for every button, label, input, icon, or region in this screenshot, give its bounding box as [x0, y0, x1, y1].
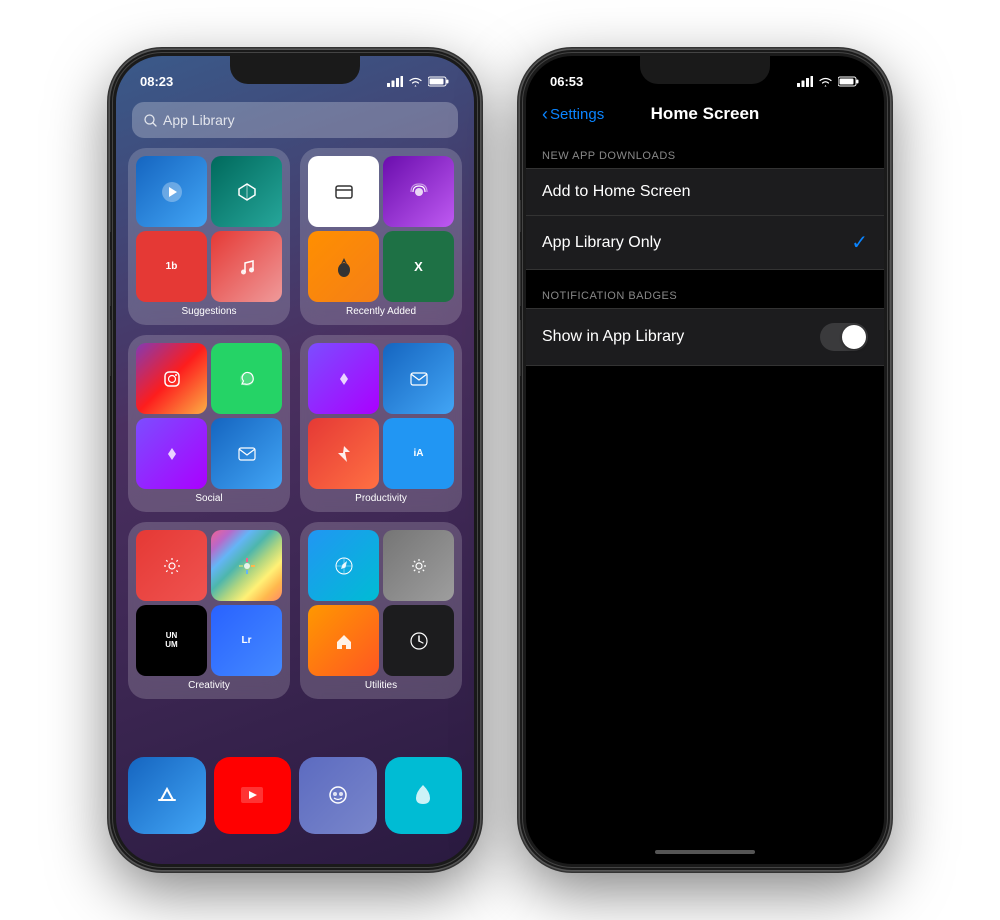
folder-suggestions-label: Suggestions	[136, 306, 282, 317]
app-wizard[interactable]	[308, 231, 379, 302]
phone-1: 08:23	[110, 50, 480, 870]
phone1-screen: 08:23	[116, 56, 474, 864]
grid-row-2: Social iA	[128, 335, 462, 512]
app-library-only-label: App Library Only	[542, 234, 661, 252]
folder-utilities-label: Utilities	[308, 680, 454, 691]
dock-liquid[interactable]	[385, 757, 463, 835]
app-excel[interactable]: X	[383, 231, 454, 302]
back-chevron-icon: ‹	[542, 105, 548, 123]
folder-social-label: Social	[136, 493, 282, 504]
app-unum[interactable]: UNUM	[136, 605, 207, 676]
notch-2	[640, 56, 770, 84]
show-in-app-library-label: Show in App Library	[542, 328, 684, 346]
folder-creativity[interactable]: UNUM Lr Creativity	[128, 522, 290, 699]
grid-row-3: UNUM Lr Creativity	[128, 522, 462, 699]
app-settings-gear[interactable]	[136, 530, 207, 601]
power-button	[479, 250, 480, 330]
settings-row-show-in-app-library[interactable]: Show in App Library	[526, 309, 884, 365]
status-icons-phone1	[387, 76, 450, 87]
app-clock[interactable]	[383, 605, 454, 676]
dock-appstore[interactable]	[128, 757, 206, 835]
add-to-home-label: Add to Home Screen	[542, 183, 691, 201]
settings-group-new-app-downloads: Add to Home Screen App Library Only ✓	[526, 168, 884, 270]
signal-icon-phone1	[387, 76, 403, 87]
power-button-2	[889, 250, 890, 330]
folder-productivity-label: Productivity	[308, 493, 454, 504]
volume-down-button-2	[520, 320, 521, 376]
checkmark-icon: ✓	[851, 230, 868, 255]
app-home[interactable]	[308, 605, 379, 676]
signal-icon-phone2	[797, 76, 813, 87]
nav-title: Home Screen	[651, 104, 760, 124]
app-ar[interactable]	[211, 156, 282, 227]
search-icon-phone1	[144, 114, 157, 127]
settings-row-add-to-home[interactable]: Add to Home Screen	[526, 169, 884, 216]
dock-youtube[interactable]	[214, 757, 292, 835]
battery-icon-phone2	[838, 76, 860, 87]
back-label: Settings	[550, 106, 604, 123]
back-button[interactable]: ‹ Settings	[542, 105, 604, 123]
phone-2: 06:53	[520, 50, 890, 870]
folder-productivity[interactable]: iA Productivity	[300, 335, 462, 512]
home-indicator	[655, 850, 755, 854]
time-phone1: 08:23	[140, 74, 173, 89]
folder-recently-added[interactable]: X Recently Added	[300, 148, 462, 325]
settings-row-app-library-only[interactable]: App Library Only ✓	[526, 216, 884, 269]
app-podcasts[interactable]	[383, 156, 454, 227]
app-ia[interactable]: iA	[383, 418, 454, 489]
nav-bar: ‹ Settings Home Screen	[526, 96, 884, 134]
app-shortcuts-2[interactable]	[308, 343, 379, 414]
phone2-screen: 06:53	[526, 56, 884, 864]
app-grid: 1b Suggestions	[116, 148, 474, 699]
app-spark[interactable]	[308, 418, 379, 489]
settings-group-notification-badges: Show in App Library	[526, 308, 884, 366]
folder-utilities[interactable]: Utilities	[300, 522, 462, 699]
app-safari[interactable]	[308, 530, 379, 601]
grid-row-1: 1b Suggestions	[128, 148, 462, 325]
app-1blocker[interactable]: 1b	[136, 231, 207, 302]
app-mail[interactable]	[211, 418, 282, 489]
app-settings-utilities[interactable]	[383, 530, 454, 601]
mute-button	[110, 200, 111, 232]
wifi-icon-phone1	[408, 76, 423, 87]
folder-creativity-label: Creativity	[136, 680, 282, 691]
dock-apps	[128, 757, 462, 835]
volume-up-button	[110, 250, 111, 306]
show-in-app-library-toggle[interactable]	[820, 323, 868, 351]
app-instagram[interactable]	[136, 343, 207, 414]
status-icons-phone2	[797, 76, 860, 87]
volume-up-button-2	[520, 250, 521, 306]
app-photos[interactable]	[211, 530, 282, 601]
app-shortcuts[interactable]	[136, 418, 207, 489]
volume-down-button	[110, 320, 111, 376]
battery-icon-phone1	[428, 76, 450, 87]
app-testflight[interactable]	[136, 156, 207, 227]
folder-recently-added-label: Recently Added	[308, 306, 454, 317]
app-music[interactable]	[211, 231, 282, 302]
wifi-icon-phone2	[818, 76, 833, 87]
app-lightroom[interactable]: Lr	[211, 605, 282, 676]
folder-social[interactable]: Social	[128, 335, 290, 512]
app-mail-2[interactable]	[383, 343, 454, 414]
search-bar[interactable]: App Library	[132, 102, 458, 138]
app-whatsapp[interactable]	[211, 343, 282, 414]
time-phone2: 06:53	[550, 74, 583, 89]
mute-button-2	[520, 200, 521, 232]
search-placeholder: App Library	[163, 112, 235, 128]
app-card[interactable]	[308, 156, 379, 227]
dock-mergebot[interactable]	[299, 757, 377, 835]
section-header-new-app-downloads: NEW APP DOWNLOADS	[526, 134, 884, 168]
folder-suggestions[interactable]: 1b Suggestions	[128, 148, 290, 325]
section-header-notification-badges: NOTIFICATION BADGES	[526, 274, 884, 308]
notch	[230, 56, 360, 84]
